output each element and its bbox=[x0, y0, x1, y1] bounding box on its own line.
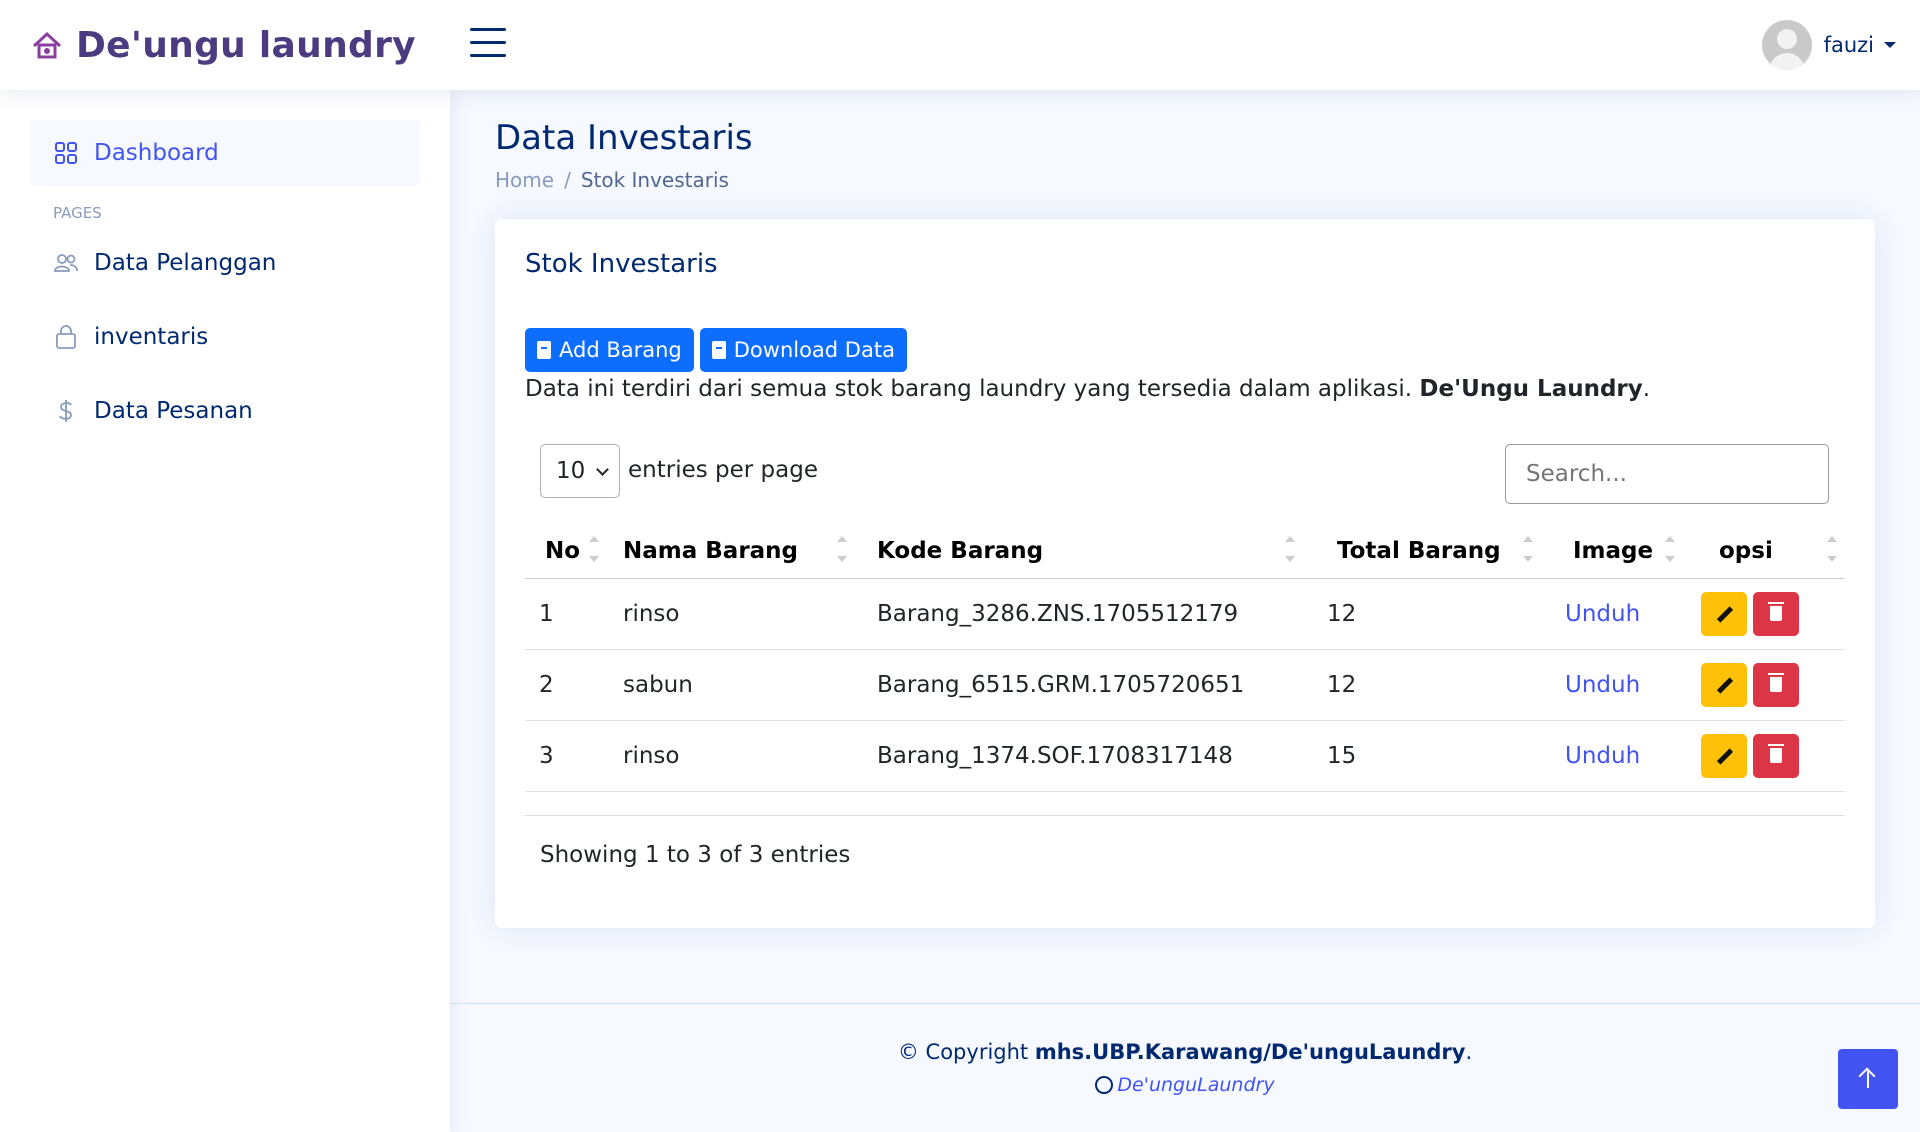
pencil-icon bbox=[1716, 676, 1734, 694]
edit-button[interactable] bbox=[1701, 733, 1747, 778]
cell-total: 12 bbox=[1303, 649, 1541, 721]
cell-kode: Barang_6515.GRM.1705720651 bbox=[855, 649, 1303, 721]
table-row: 2 sabun Barang_6515.GRM.1705720651 12 Un… bbox=[525, 649, 1845, 721]
logo[interactable]: De'ungu laundry bbox=[30, 25, 416, 66]
sidebar: Dashboard Pages Data Pelanggan inventari… bbox=[0, 90, 450, 1132]
copyright: © Copyright mhs.UBP.Karawang/De'unguLaun… bbox=[897, 1040, 1473, 1064]
unduh-link[interactable]: Unduh bbox=[1565, 672, 1640, 698]
app-name: De'ungu laundry bbox=[76, 24, 416, 66]
entries-info: Showing 1 to 3 of 3 entries bbox=[540, 842, 851, 868]
cell-nama: sabun bbox=[605, 649, 855, 721]
cell-total: 15 bbox=[1303, 720, 1541, 792]
sidebar-item-inventaris[interactable]: inventaris bbox=[30, 304, 420, 370]
card-description: Data ini terdiri dari semua stok barang … bbox=[525, 376, 1651, 402]
footer: © Copyright mhs.UBP.Karawang/De'unguLaun… bbox=[450, 1003, 1920, 1132]
cell-no: 3 bbox=[525, 720, 605, 792]
people-icon bbox=[52, 249, 80, 277]
bag-icon bbox=[52, 323, 80, 351]
cell-nama: rinso bbox=[605, 578, 855, 650]
column-header-no[interactable]: No bbox=[525, 524, 605, 579]
entries-per-page-select[interactable]: 10 bbox=[540, 444, 620, 498]
sidebar-item-label: Data Pesanan bbox=[94, 398, 253, 424]
delete-button[interactable] bbox=[1753, 591, 1799, 636]
entries-per-page-label: entries per page bbox=[628, 457, 818, 483]
file-pdf-icon bbox=[711, 341, 726, 359]
table-divider bbox=[525, 815, 1845, 816]
column-header-total[interactable]: Total Barang bbox=[1303, 524, 1541, 579]
breadcrumb-home[interactable]: Home bbox=[495, 168, 554, 192]
page-title: Data Investaris bbox=[495, 118, 753, 158]
file-plus-icon bbox=[537, 341, 551, 359]
cell-kode: Barang_1374.SOF.1708317148 bbox=[855, 720, 1303, 792]
caret-down-icon bbox=[1884, 42, 1896, 48]
profile-dropdown[interactable]: fauzi bbox=[1761, 20, 1896, 70]
table-row: 1 rinso Barang_3286.ZNS.1705512179 12 Un… bbox=[525, 578, 1845, 650]
house-logo-icon bbox=[32, 31, 62, 59]
avatar bbox=[1761, 20, 1812, 70]
table-row: 3 rinso Barang_1374.SOF.1708317148 15 Un… bbox=[525, 720, 1845, 792]
sidebar-item-label: Data Pelanggan bbox=[94, 250, 277, 276]
page-title-section: Data Investaris Home / Stok Investaris bbox=[495, 118, 753, 192]
delete-button[interactable] bbox=[1753, 733, 1799, 778]
breadcrumb-current: Stok Investaris bbox=[580, 168, 729, 192]
unduh-link[interactable]: Unduh bbox=[1565, 743, 1640, 769]
grid-icon bbox=[52, 139, 80, 167]
column-header-nama[interactable]: Nama Barang bbox=[605, 524, 855, 579]
column-header-kode[interactable]: Kode Barang bbox=[855, 524, 1303, 579]
arrow-up-icon bbox=[1867, 1070, 1869, 1088]
column-header-image[interactable]: Image bbox=[1541, 524, 1683, 579]
cell-no: 2 bbox=[525, 649, 605, 721]
cell-no: 1 bbox=[525, 578, 605, 650]
back-to-top-button[interactable] bbox=[1838, 1049, 1898, 1109]
sidebar-item-label: inventaris bbox=[94, 324, 209, 350]
trash-icon bbox=[1768, 672, 1784, 692]
trash-icon bbox=[1768, 743, 1784, 763]
trash-icon bbox=[1768, 601, 1784, 621]
profile-name: fauzi bbox=[1823, 33, 1874, 57]
edit-button[interactable] bbox=[1701, 591, 1747, 636]
chevron-down-icon bbox=[596, 463, 609, 476]
sidebar-heading: Pages bbox=[53, 204, 102, 222]
delete-button[interactable] bbox=[1753, 662, 1799, 707]
sidebar-item-data-pesanan[interactable]: Data Pesanan bbox=[30, 378, 420, 444]
download-data-button[interactable]: Download Data bbox=[699, 328, 907, 372]
sidebar-item-label: Dashboard bbox=[94, 140, 219, 166]
menu-toggle-icon[interactable] bbox=[470, 28, 506, 60]
sidebar-item-dashboard[interactable]: Dashboard bbox=[30, 120, 420, 186]
credits-link[interactable]: De'unguLaundry bbox=[450, 1074, 1920, 1096]
cell-kode: Barang_3286.ZNS.1705512179 bbox=[855, 578, 1303, 650]
breadcrumb: Home / Stok Investaris bbox=[495, 168, 729, 192]
edit-button[interactable] bbox=[1701, 662, 1747, 707]
column-header-opsi[interactable]: opsi bbox=[1683, 524, 1845, 579]
top-header: De'ungu laundry fauzi bbox=[0, 0, 1920, 90]
search-input[interactable] bbox=[1505, 444, 1829, 504]
sidebar-item-data-pelanggan[interactable]: Data Pelanggan bbox=[30, 230, 420, 296]
inventory-card: Stok Investaris Add Barang Download Data… bbox=[495, 219, 1875, 928]
unduh-link[interactable]: Unduh bbox=[1565, 601, 1640, 627]
dollar-icon bbox=[52, 397, 80, 425]
pencil-icon bbox=[1716, 605, 1734, 623]
add-barang-button[interactable]: Add Barang bbox=[525, 328, 694, 372]
inventory-table: No Nama Barang Kode Barang Total Barang … bbox=[525, 524, 1845, 792]
pencil-icon bbox=[1716, 747, 1734, 765]
card-title: Stok Investaris bbox=[525, 249, 718, 279]
cell-nama: rinso bbox=[605, 720, 855, 792]
cell-total: 12 bbox=[1303, 578, 1541, 650]
whatsapp-icon bbox=[1095, 1076, 1114, 1094]
